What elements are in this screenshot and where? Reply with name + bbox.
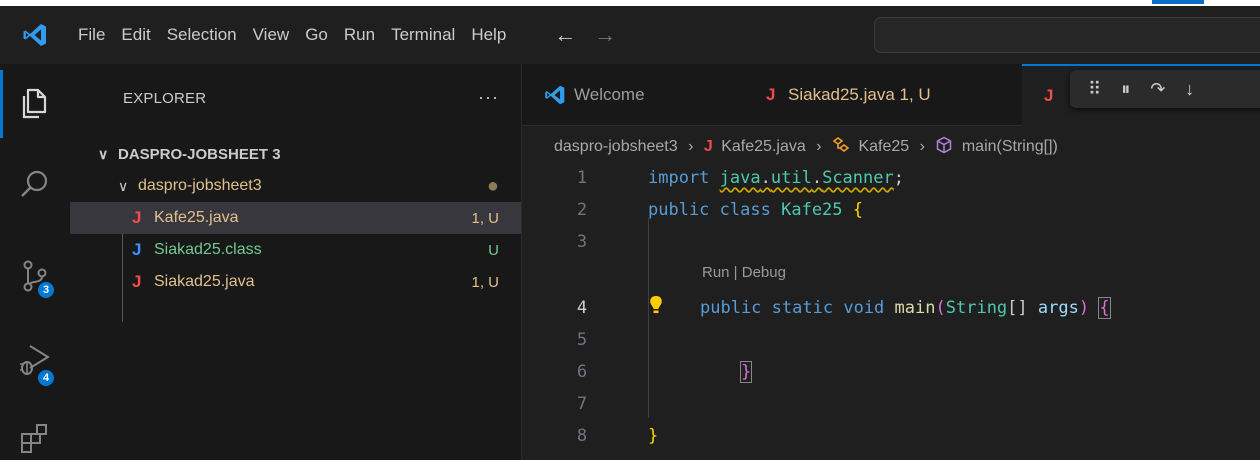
- menu-view[interactable]: View: [245, 6, 298, 64]
- menu-selection[interactable]: Selection: [159, 6, 245, 64]
- code-line: 1 import java.util.Scanner;: [522, 162, 1260, 194]
- tab-label: Siakad25.java 1, U: [788, 85, 931, 104]
- command-center-search[interactable]: [874, 17, 1260, 53]
- tab-label: Welcome: [574, 85, 645, 104]
- line-number: 7: [576, 394, 588, 414]
- menu-file[interactable]: File: [70, 6, 113, 64]
- file-label: Siakad25.java: [154, 273, 255, 290]
- back-arrow-icon[interactable]: ←: [554, 22, 576, 48]
- code-line: 7: [522, 388, 1260, 420]
- code-text: }: [739, 361, 753, 383]
- explorer-activity-button[interactable]: [0, 70, 70, 138]
- java-red-icon: J: [766, 85, 776, 104]
- line-number: 1: [576, 168, 588, 188]
- java-red-icon: J: [132, 208, 142, 227]
- file-status: 1, U: [471, 209, 499, 227]
- java-red-icon: J: [703, 138, 713, 155]
- file-row-kafe25-java[interactable]: J Kafe25.java 1, U: [70, 202, 521, 234]
- scm-badge: 3: [38, 282, 54, 298]
- chevron-right-icon: ›: [688, 138, 694, 155]
- breadcrumb-folder[interactable]: daspro-jobsheet3: [554, 138, 678, 155]
- java-red-icon: J: [132, 272, 142, 291]
- activity-bar: 3 4: [0, 64, 70, 460]
- code-line: 6 }: [522, 356, 1260, 388]
- chevron-right-icon: ›: [919, 138, 925, 155]
- line-number: 6: [576, 362, 588, 382]
- chevron-down-icon: ∨: [98, 145, 109, 162]
- code-text: public static void main(String[] args) {: [700, 297, 1111, 319]
- code-line: 2 public class Kafe25 {: [522, 194, 1260, 226]
- file-row-siakad25-java[interactable]: J Siakad25.java 1, U: [70, 266, 521, 298]
- line-number: 2: [576, 200, 588, 220]
- chevron-right-icon: ›: [816, 138, 822, 155]
- class-icon: [832, 137, 850, 152]
- breadcrumb-class[interactable]: Kafe25: [858, 138, 909, 155]
- title-bar: File Edit Selection View Go Run Terminal…: [0, 6, 1260, 64]
- search-icon: [21, 170, 48, 197]
- step-into-icon[interactable]: ↓: [1185, 79, 1194, 100]
- breadcrumb: daspro-jobsheet3 › J Kafe25.java › Kafe2…: [522, 132, 1058, 162]
- tab-welcome[interactable]: Welcome: [522, 64, 722, 126]
- workspace-root-label: DASPRO-JOBSHEET 3: [118, 145, 281, 163]
- lightbulb-icon[interactable]: [648, 294, 664, 318]
- forward-arrow-icon[interactable]: →: [594, 22, 616, 48]
- step-over-icon[interactable]: ↷: [1150, 79, 1165, 100]
- more-actions-button[interactable]: ···: [478, 64, 499, 134]
- file-row-siakad25-class[interactable]: J Siakad25.class U: [70, 234, 521, 266]
- method-icon: [937, 136, 952, 154]
- line-number: 4: [576, 298, 588, 318]
- breadcrumb-method[interactable]: main(String[]): [962, 138, 1058, 155]
- line-number: 3: [576, 232, 588, 252]
- workspace-root-row[interactable]: ∨ DASPRO-JOBSHEET 3: [70, 138, 521, 170]
- editor-area: Welcome J Siakad25.java 1, U J ⠿ ⏸ ↷ ↓ d…: [522, 64, 1260, 460]
- run-debug-activity-button[interactable]: 4: [0, 326, 70, 394]
- modified-dot-icon: ●: [486, 174, 499, 197]
- breadcrumb-file[interactable]: Kafe25.java: [721, 138, 806, 155]
- drag-handle-icon[interactable]: ⠿: [1088, 79, 1101, 100]
- java-blue-icon: J: [132, 240, 142, 259]
- code-line: 8 }: [522, 420, 1260, 452]
- menu-bar: File Edit Selection View Go Run Terminal…: [70, 6, 514, 64]
- vscode-logo-icon: [0, 6, 70, 64]
- menu-help[interactable]: Help: [463, 6, 514, 64]
- tab-siakad25-java[interactable]: J Siakad25.java 1, U: [744, 64, 994, 126]
- code-text: }: [648, 426, 659, 446]
- code-text: import java.util.Scanner;: [648, 168, 904, 188]
- accent-bar: [1152, 0, 1204, 4]
- debug-toolbar: ⠿ ⏸ ↷ ↓: [1070, 70, 1260, 108]
- folder-label: daspro-jobsheet3: [138, 177, 262, 194]
- chevron-down-icon: ∨: [118, 177, 129, 194]
- menu-terminal[interactable]: Terminal: [383, 6, 463, 64]
- codelens-run-debug[interactable]: Run | Debug: [702, 264, 786, 281]
- file-label: Siakad25.class: [154, 241, 262, 258]
- search-activity-button[interactable]: [0, 150, 70, 218]
- file-status: 1, U: [471, 273, 499, 291]
- code-line-current: 4 public static void main(String[] args)…: [522, 292, 1260, 324]
- line-number: 8: [576, 426, 588, 446]
- code-line: 3: [522, 226, 1260, 258]
- menu-run[interactable]: Run: [336, 6, 383, 64]
- tab-bar: Welcome J Siakad25.java 1, U J ⠿ ⏸ ↷ ↓: [522, 64, 1260, 126]
- menu-edit[interactable]: Edit: [113, 6, 158, 64]
- extensions-icon: [21, 424, 47, 453]
- code-text: public class Kafe25 {: [648, 200, 864, 220]
- source-control-activity-button[interactable]: 3: [0, 242, 70, 310]
- code-line: 5: [522, 324, 1260, 356]
- nav-arrows: ← →: [554, 22, 616, 48]
- files-icon: [22, 88, 47, 119]
- menu-go[interactable]: Go: [297, 6, 336, 64]
- debug-badge: 4: [38, 370, 54, 386]
- vscode-window: File Edit Selection View Go Run Terminal…: [0, 6, 1260, 460]
- line-number: 5: [576, 330, 588, 350]
- folder-row[interactable]: ∨ daspro-jobsheet3 ●: [70, 170, 521, 202]
- file-label: Kafe25.java: [154, 209, 239, 226]
- file-status: U: [488, 241, 499, 259]
- explorer-sidebar: EXPLORER ··· ∨ DASPRO-JOBSHEET 3 ∨ daspr…: [70, 64, 522, 460]
- vscode-logo-icon: [545, 85, 565, 105]
- explorer-title: EXPLORER: [123, 90, 207, 107]
- pause-icon[interactable]: ⏸: [1121, 79, 1130, 100]
- extensions-activity-button[interactable]: [0, 404, 70, 472]
- java-red-icon: J: [1044, 86, 1054, 105]
